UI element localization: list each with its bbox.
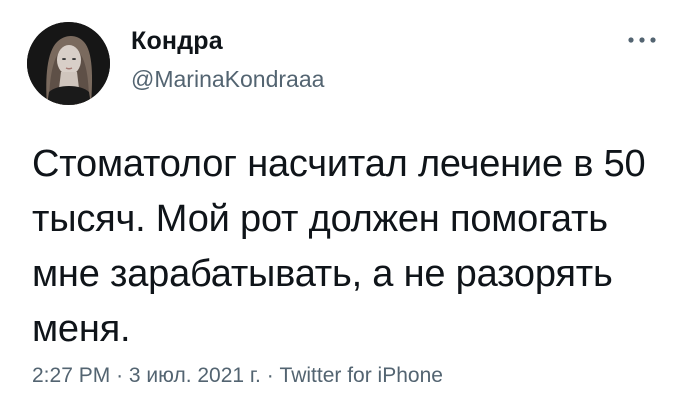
user-avatar-photo-icon xyxy=(27,22,110,105)
more-options-button[interactable] xyxy=(625,33,665,47)
tweet-date[interactable]: 3 июл. 2021 г. xyxy=(129,364,261,387)
avatar[interactable] xyxy=(27,22,110,105)
display-name[interactable]: Кондра xyxy=(131,27,223,56)
meta-separator-2: · xyxy=(266,364,274,387)
more-options-icon xyxy=(628,37,656,43)
tweet-source[interactable]: Twitter for iPhone xyxy=(280,364,443,387)
tweet-time[interactable]: 2:27 PM xyxy=(32,364,110,387)
tweet-meta: 2:27 PM · 3 июл. 2021 г. · Twitter for i… xyxy=(32,364,443,388)
tweet-text: Стоматолог насчитал лечение в 50 тысяч. … xyxy=(32,143,646,350)
meta-separator-1: · xyxy=(116,364,124,387)
tweet-card: Кондра @MarinaKondraaa Стоматолог насчит… xyxy=(0,0,700,410)
user-handle[interactable]: @MarinaKondraaa xyxy=(131,66,324,93)
